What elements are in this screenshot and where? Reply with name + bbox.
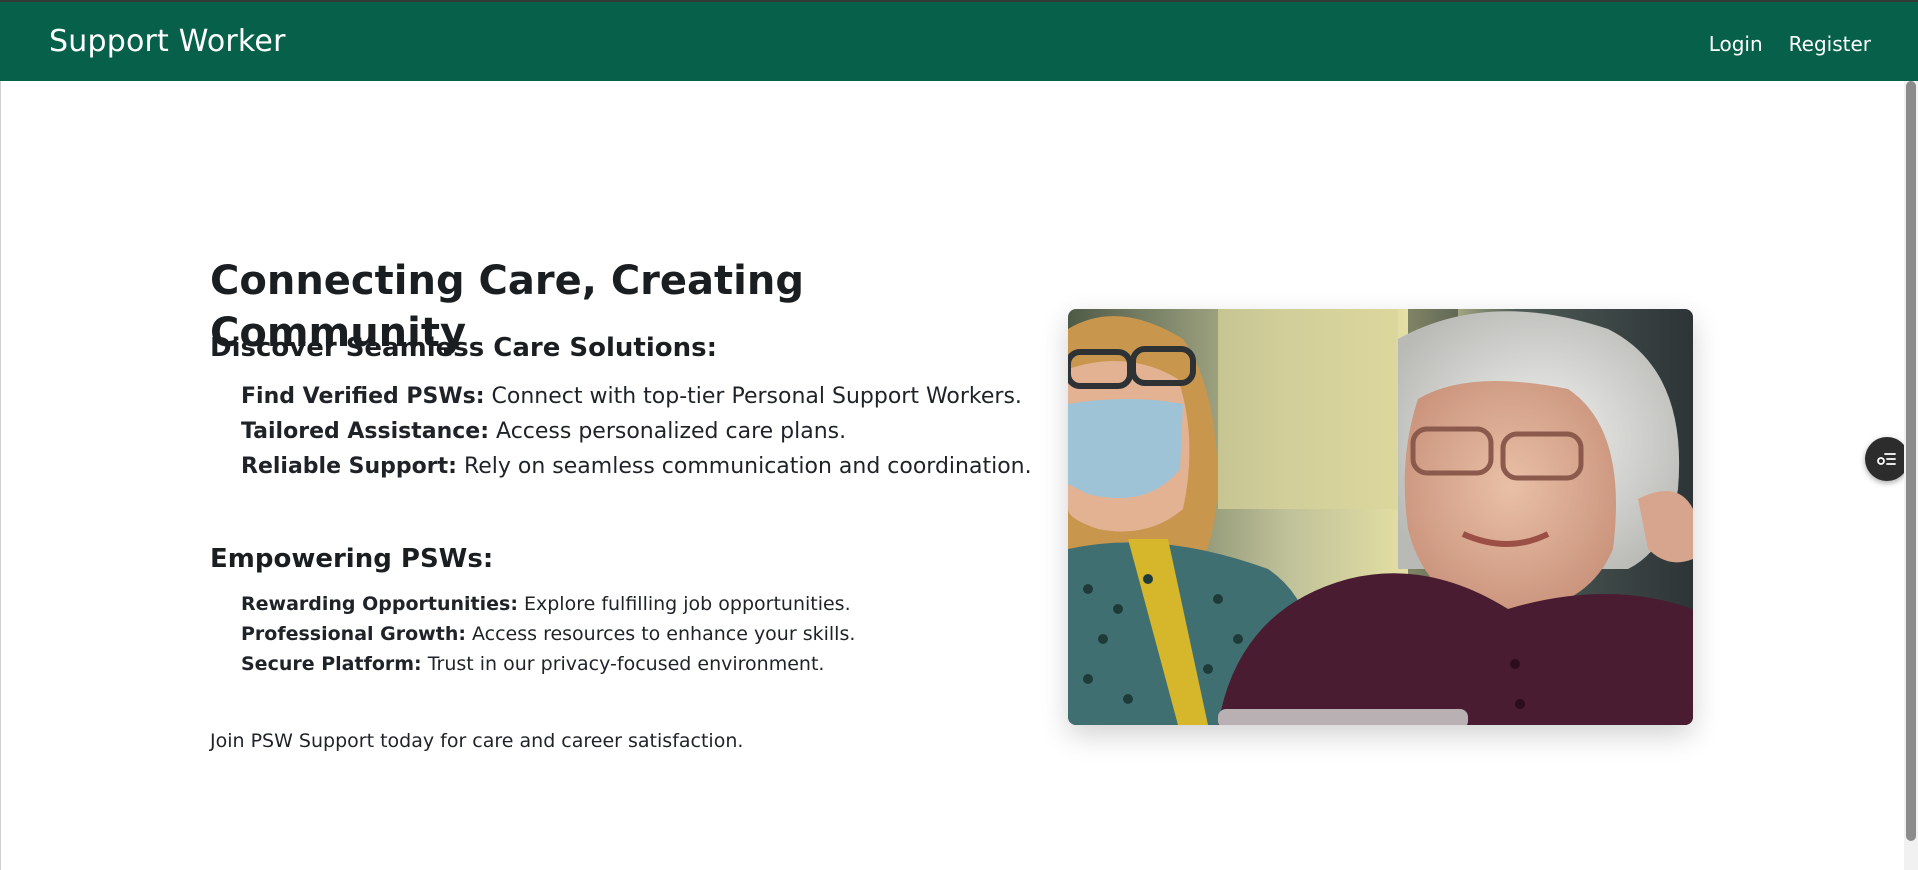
hero-photo (1068, 309, 1693, 725)
list-item-label: Reliable Support: (241, 454, 457, 479)
section-heading-care-solutions: Discover Seamless Care Solutions: (210, 333, 717, 363)
caregiver-photo-illustration (1068, 309, 1693, 725)
list-settings-icon (1877, 453, 1896, 465)
list-item-label: Tailored Assistance: (241, 419, 490, 444)
hero-content: Connecting Care, Creating Community Disc… (210, 255, 1032, 752)
empowering-psws-list: Rewarding Opportunities: Explore fulfill… (241, 589, 855, 679)
page-border (0, 81, 1, 870)
list-item: Professional Growth: Access resources to… (241, 619, 855, 649)
scrollbar-thumb[interactable] (1906, 81, 1916, 841)
list-item-text: Access personalized care plans. (489, 419, 847, 444)
floating-menu-button[interactable] (1865, 437, 1909, 481)
closing-statement: Join PSW Support today for care and care… (210, 730, 744, 752)
list-item-text: Explore fulfilling job opportunities. (517, 593, 851, 615)
top-navbar: Support Worker Login Register (0, 0, 1918, 81)
header-nav: Login Register (1709, 32, 1871, 56)
list-item-text: Trust in our privacy-focused environment… (421, 653, 825, 675)
list-item: Find Verified PSWs: Connect with top-tie… (241, 379, 1032, 414)
list-item-label: Rewarding Opportunities: (241, 593, 518, 615)
list-item-text: Rely on seamless communication and coord… (456, 454, 1032, 479)
list-item-label: Professional Growth: (241, 623, 466, 645)
list-item-text: Connect with top-tier Personal Support W… (484, 384, 1022, 409)
section-heading-empowering-psws: Empowering PSWs: (210, 544, 494, 574)
list-item-label: Find Verified PSWs: (241, 384, 485, 409)
list-item-label: Secure Platform: (241, 653, 422, 675)
care-solutions-list: Find Verified PSWs: Connect with top-tie… (241, 379, 1032, 484)
login-link[interactable]: Login (1709, 32, 1763, 56)
register-link[interactable]: Register (1789, 32, 1871, 56)
brand-logo-text[interactable]: Support Worker (49, 24, 286, 59)
list-item: Reliable Support: Rely on seamless commu… (241, 449, 1032, 484)
list-item: Rewarding Opportunities: Explore fulfill… (241, 589, 855, 619)
list-item: Secure Platform: Trust in our privacy-fo… (241, 649, 855, 679)
list-item-text: Access resources to enhance your skills. (465, 623, 856, 645)
list-item: Tailored Assistance: Access personalized… (241, 414, 1032, 449)
